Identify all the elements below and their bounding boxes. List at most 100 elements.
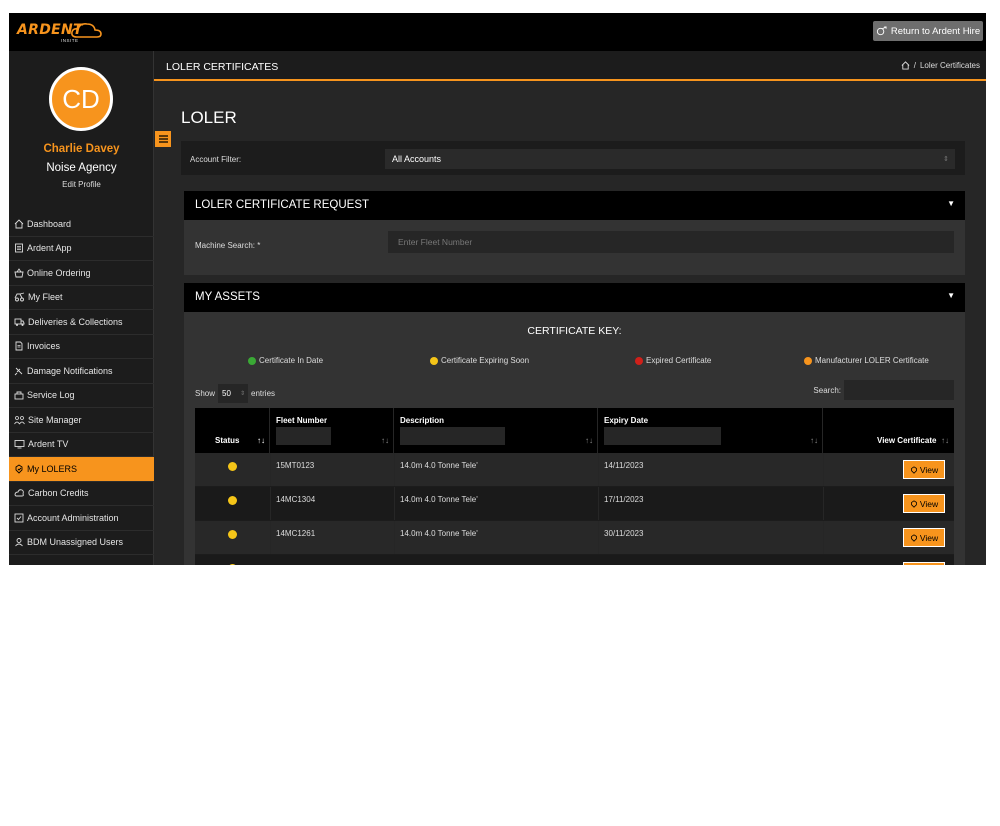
sidebar-item-ardent-app[interactable]: Ardent App <box>9 237 154 261</box>
sidebar-item-site-manager[interactable]: Site Manager <box>9 408 154 433</box>
key-label: Certificate Expiring Soon <box>441 356 530 365</box>
cloud-icon <box>71 23 102 38</box>
certificate-icon <box>911 499 917 508</box>
account-filter-bar: Account Filter: All Accounts ⇕ <box>181 141 965 175</box>
sidebar-item-ardent-tv[interactable]: Ardent TV <box>9 433 154 457</box>
assets-table: Status ↑↓ Fleet Number ↑↓ Description ↑↓… <box>195 408 954 565</box>
yellow-status-dot <box>430 356 438 365</box>
sidebar-item-label: BDM Unassigned Users <box>27 537 124 548</box>
view-label: View <box>919 464 939 475</box>
sort-icon[interactable]: ↑↓ <box>381 436 389 445</box>
account-filter-select[interactable]: All Accounts ⇕ <box>385 149 955 169</box>
search-input[interactable] <box>844 380 954 400</box>
home-icon[interactable] <box>901 61 910 70</box>
status-dot <box>228 496 237 505</box>
expiry-date-cell: 14/11/2023 <box>604 461 644 470</box>
status-dot <box>228 462 237 471</box>
sort-icon[interactable]: ↑↓ <box>810 436 818 445</box>
return-label: Return to Ardent Hire <box>890 25 981 37</box>
description-filter-input[interactable] <box>400 427 505 445</box>
caret-down-icon[interactable]: ▼ <box>947 199 955 208</box>
caret-down-icon[interactable]: ▼ <box>947 291 955 300</box>
sidebar-item-deliveries[interactable]: Deliveries & Collections <box>9 310 154 335</box>
description-cell: 14.0m 4.0 Tonne Tele' <box>400 529 478 538</box>
expiry-date-filter-input[interactable] <box>604 427 721 445</box>
edit-profile-link[interactable]: Edit Profile <box>9 180 154 189</box>
table-header: Status ↑↓ Fleet Number ↑↓ Description ↑↓… <box>195 408 954 453</box>
view-certificate-button[interactable]: View <box>903 494 945 513</box>
machine-search-input[interactable]: Enter Fleet Number <box>388 231 954 253</box>
sidebar-item-label: Damage Notifications <box>27 365 113 376</box>
sidebar-item-label: Invoices <box>27 341 61 352</box>
home-icon <box>14 219 24 229</box>
certificate-icon <box>911 465 917 474</box>
column-description[interactable]: Description ↑↓ <box>394 408 598 453</box>
key-certificate-expiring-soon: Certificate Expiring Soon <box>430 356 529 365</box>
key-manufacturer-loler-certificate: Manufacturer LOLER Certificate <box>804 356 929 365</box>
entries-label: entries <box>251 389 276 398</box>
sidebar-toggle-button[interactable] <box>155 131 171 147</box>
column-header-label: View Certificate <box>877 436 937 445</box>
fleet-number-cell: 14MC1261 <box>276 529 316 538</box>
request-card-title: LOLER CERTIFICATE REQUEST <box>195 199 370 211</box>
sidebar-item-account-administration[interactable]: Account Administration <box>9 506 154 531</box>
sidebar-item-invoices[interactable]: Invoices <box>9 335 154 359</box>
certificate-icon <box>911 533 917 542</box>
sidebar-item-my-lolers[interactable]: My LOLERS <box>9 457 154 482</box>
description-cell: 14.0m 4.0 Tonne Tele' <box>400 495 478 504</box>
key-label: Expired Certificate <box>646 356 712 365</box>
truck-icon <box>14 318 25 326</box>
breadcrumb: / Loler Certificates <box>901 61 980 70</box>
certificate-key-title: CERTIFICATE KEY: <box>527 325 622 337</box>
green-status-dot <box>248 356 256 365</box>
key-label: Manufacturer LOLER Certificate <box>815 356 929 365</box>
key-certificate-in-date: Certificate In Date <box>248 356 323 365</box>
column-view-certificate[interactable]: View Certificate ↑↓ <box>823 408 954 453</box>
status-dot <box>228 530 237 539</box>
select-caret-icon: ⇕ <box>239 391 246 397</box>
sidebar-item-online-ordering[interactable]: Online Ordering <box>9 261 154 286</box>
site-icon <box>14 415 25 424</box>
machine-search-label: Machine Search: * <box>195 241 261 250</box>
column-fleet-number[interactable]: Fleet Number ↑↓ <box>270 408 394 453</box>
expiry-date-cell: 17/11/2023 <box>604 495 644 504</box>
sort-icon[interactable]: ↑↓ <box>257 436 265 445</box>
table-row: 14MC1304 14.0m 4.0 Tonne Tele' 17/11/202… <box>195 487 954 521</box>
loler-certificate-request-card: LOLER CERTIFICATE REQUEST ▼ Machine Sear… <box>184 191 965 275</box>
sort-icon[interactable]: ↑↓ <box>585 436 593 445</box>
show-label: Show <box>195 389 216 398</box>
request-card-header[interactable]: LOLER CERTIFICATE REQUEST ▼ <box>184 191 965 220</box>
assets-card-title: MY ASSETS <box>195 291 260 303</box>
sidebar-item-service-log[interactable]: Service Log <box>9 384 154 408</box>
sidebar-item-carbon-credits[interactable]: Carbon Credits <box>9 482 154 506</box>
breadcrumb-separator: / <box>913 61 916 70</box>
service-icon <box>14 391 24 400</box>
sidebar-item-label: Dashboard <box>27 218 72 229</box>
view-certificate-button[interactable] <box>903 562 945 565</box>
sidebar-item-damage-notifications[interactable]: Damage Notifications <box>9 359 154 384</box>
column-header-label: Description <box>400 416 445 425</box>
top-bar: ARDENT INSITE Return to Ardent Hire <box>9 13 986 51</box>
carbon-icon <box>14 489 24 497</box>
view-certificate-button[interactable]: View <box>903 460 945 479</box>
ardent-logo[interactable]: ARDENT INSITE <box>17 22 107 46</box>
column-expiry-date[interactable]: Expiry Date ↑↓ <box>598 408 823 453</box>
entries-select[interactable]: 50 ⇕ <box>218 384 249 403</box>
return-to-ardent-hire-button[interactable]: Return to Ardent Hire <box>873 21 983 41</box>
logo-subtext: INSITE <box>61 38 79 43</box>
sidebar-item-label: Service Log <box>27 390 75 401</box>
key-label: Certificate In Date <box>259 356 324 365</box>
sidebar: CD Charlie Davey Noise Agency Edit Profi… <box>9 51 154 565</box>
invoice-icon <box>15 341 23 351</box>
fleet-number-filter-input[interactable] <box>276 427 331 445</box>
column-status[interactable]: Status ↑↓ <box>195 408 270 453</box>
column-header-label: Fleet Number <box>276 416 328 425</box>
sidebar-item-my-fleet[interactable]: My Fleet <box>9 286 154 310</box>
sort-icon[interactable]: ↑↓ <box>941 436 949 445</box>
sidebar-item-dashboard[interactable]: Dashboard <box>9 212 154 237</box>
avatar[interactable]: CD <box>49 67 113 131</box>
sidebar-item-bdm-unassigned-users[interactable]: BDM Unassigned Users <box>9 531 154 555</box>
view-certificate-button[interactable]: View <box>903 528 945 547</box>
view-label: View <box>919 532 939 543</box>
assets-card-header[interactable]: MY ASSETS ▼ <box>184 283 965 312</box>
